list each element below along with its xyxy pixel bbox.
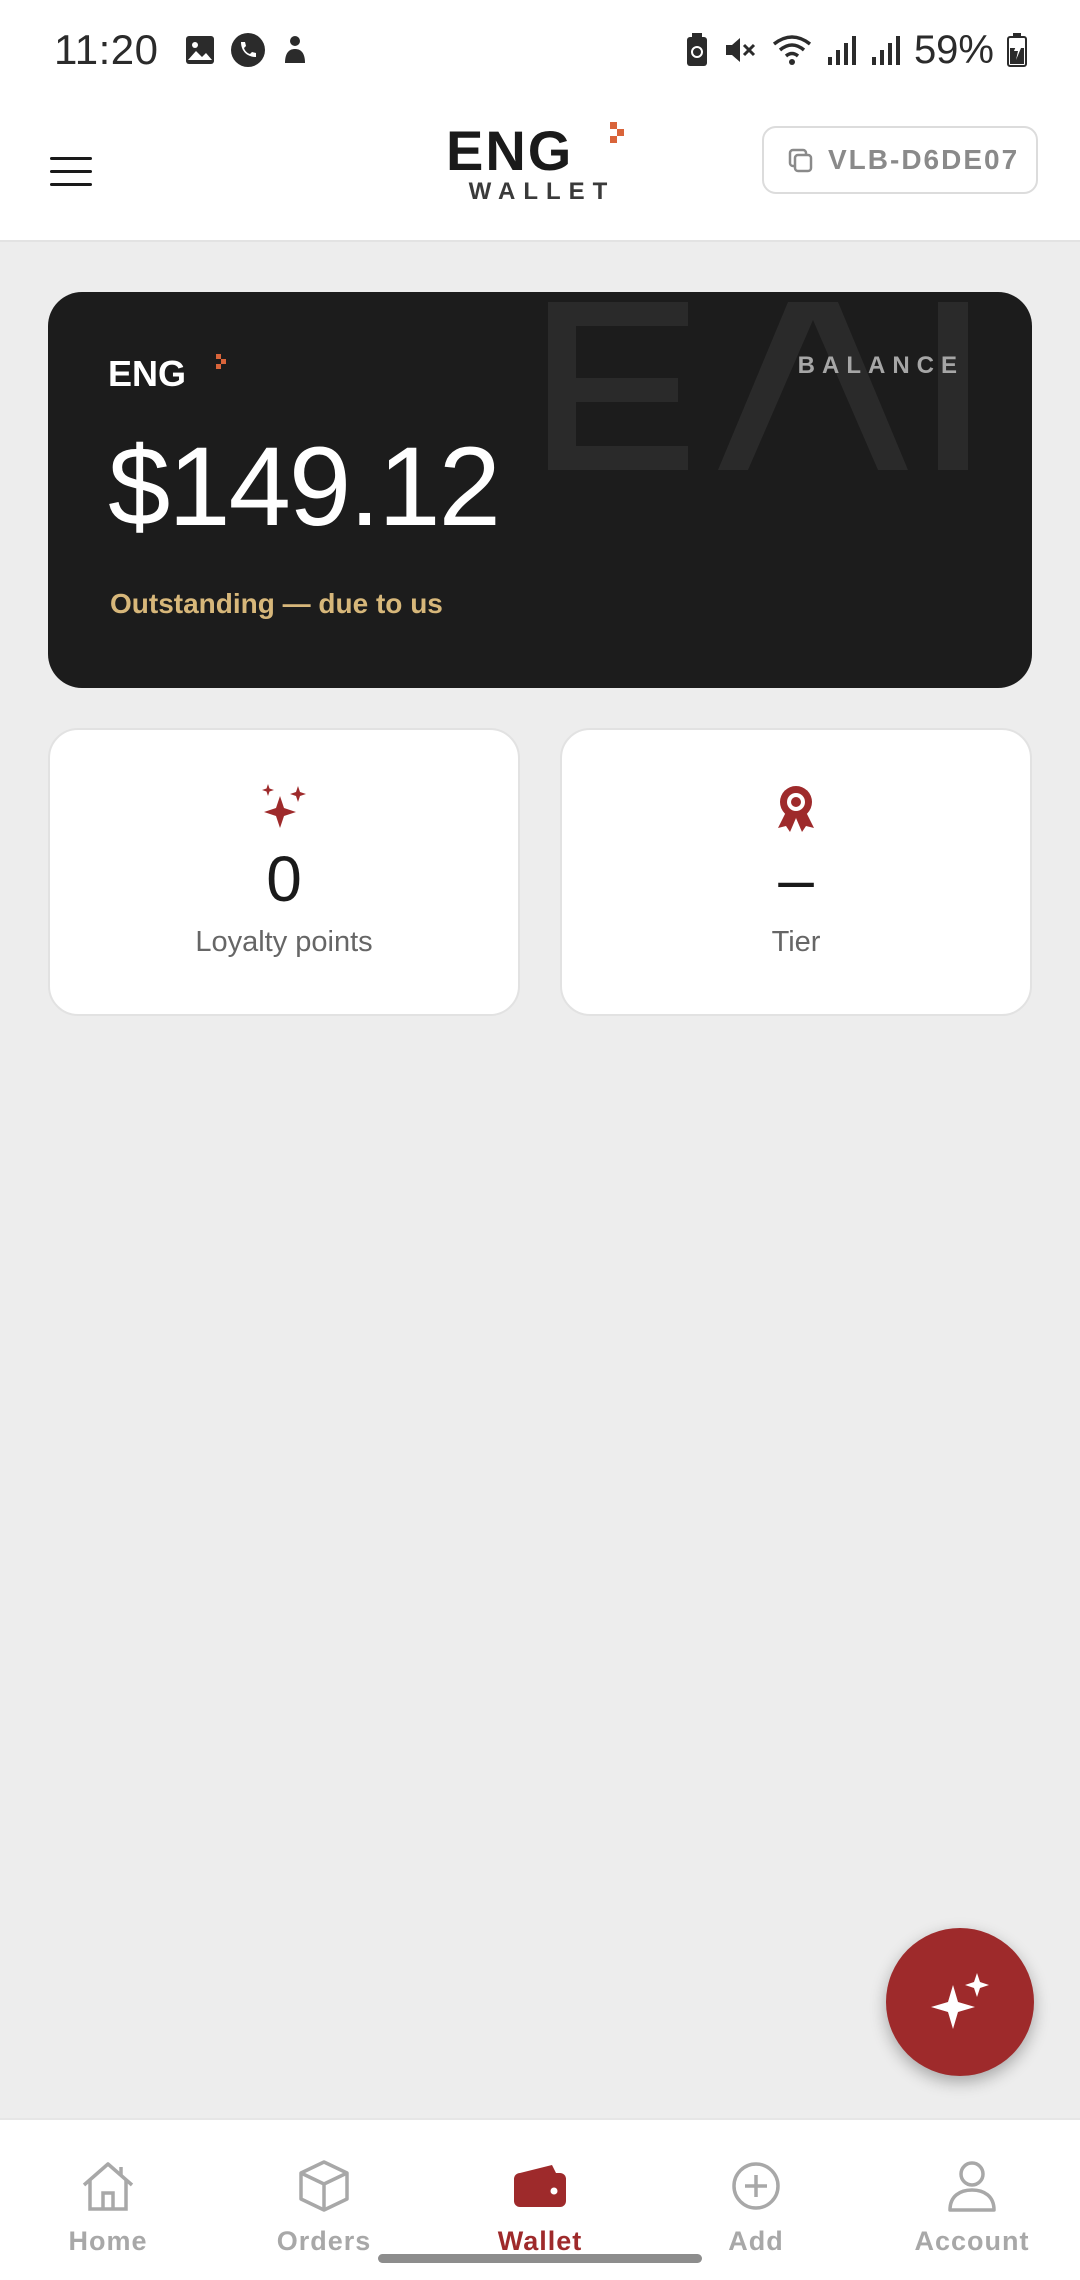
balance-label: BALANCE xyxy=(797,352,964,379)
nav-label-account: Account xyxy=(914,2226,1030,2256)
loyalty-points-label: Loyalty points xyxy=(195,926,373,958)
signal-icon xyxy=(871,36,900,65)
signal-icon xyxy=(827,36,856,65)
home-icon xyxy=(82,2162,134,2211)
loyalty-points-card[interactable]: 0 Loyalty points xyxy=(48,728,520,1016)
phone-icon xyxy=(230,33,265,67)
nav-label-wallet: Wallet xyxy=(497,2226,583,2256)
tier-value: – xyxy=(778,843,814,915)
nav-item-home[interactable]: Home xyxy=(0,2120,216,2280)
copy-icon xyxy=(788,148,813,173)
menu-icon-bar xyxy=(50,156,92,160)
balance-card[interactable]: ENG BALANCE $149.12 Outstanding — due to… xyxy=(48,292,1032,688)
menu-button[interactable] xyxy=(40,140,102,202)
ai-assistant-fab[interactable] xyxy=(886,1928,1034,2076)
balance-note: Outstanding — due to us xyxy=(110,588,443,619)
user-icon xyxy=(948,2161,996,2212)
brand-subtitle: WALLET xyxy=(468,178,616,205)
notification-icon xyxy=(284,36,305,63)
card-brand-logo: ENG xyxy=(108,353,226,392)
nav-label-home: Home xyxy=(68,2226,148,2256)
tier-label: Tier xyxy=(771,926,821,958)
sparkles-icon xyxy=(931,1973,989,2029)
menu-icon-bar xyxy=(50,182,92,186)
wallet-screen: 11:20 59% ENG WALLET VLB-D6DE07 ENG BALA… xyxy=(0,0,1080,2280)
home-indicator[interactable] xyxy=(378,2254,702,2263)
app-header: ENG WALLET VLB-D6DE07 xyxy=(0,100,1080,242)
status-notification-icons xyxy=(183,31,309,69)
gallery-icon xyxy=(185,36,214,64)
sparkles-icon xyxy=(262,784,306,828)
status-time: 11:20 xyxy=(54,26,159,73)
status-bar: 11:20 59% xyxy=(0,0,1080,100)
nav-label-add: Add xyxy=(728,2226,784,2256)
mute-icon xyxy=(725,38,755,62)
award-icon xyxy=(778,786,814,832)
status-system-icons: 59% xyxy=(684,28,1028,73)
battery-saver-icon xyxy=(686,33,707,66)
wallet-icon xyxy=(514,2165,566,2207)
menu-icon-bar xyxy=(50,169,92,173)
battery-icon xyxy=(1007,33,1027,67)
brand-watermark xyxy=(548,302,968,470)
nav-label-orders: Orders xyxy=(276,2226,372,2256)
account-id-chip[interactable]: VLB-D6DE07 xyxy=(762,126,1038,194)
wifi-icon xyxy=(772,35,812,65)
brand-logo: ENG xyxy=(446,119,624,182)
brand-logo-text: ENG xyxy=(446,119,573,182)
battery-percentage: 59% xyxy=(913,27,994,72)
plus-circle-icon xyxy=(732,2162,780,2210)
account-id: VLB-D6DE07 xyxy=(828,144,1020,175)
card-brand-logo-text: ENG xyxy=(108,353,186,392)
nav-item-account[interactable]: Account xyxy=(864,2120,1080,2280)
loyalty-points-value: 0 xyxy=(266,843,302,915)
box-icon xyxy=(299,2160,349,2212)
tier-card[interactable]: – Tier xyxy=(560,728,1032,1016)
balance-amount: $149.12 xyxy=(108,424,501,549)
